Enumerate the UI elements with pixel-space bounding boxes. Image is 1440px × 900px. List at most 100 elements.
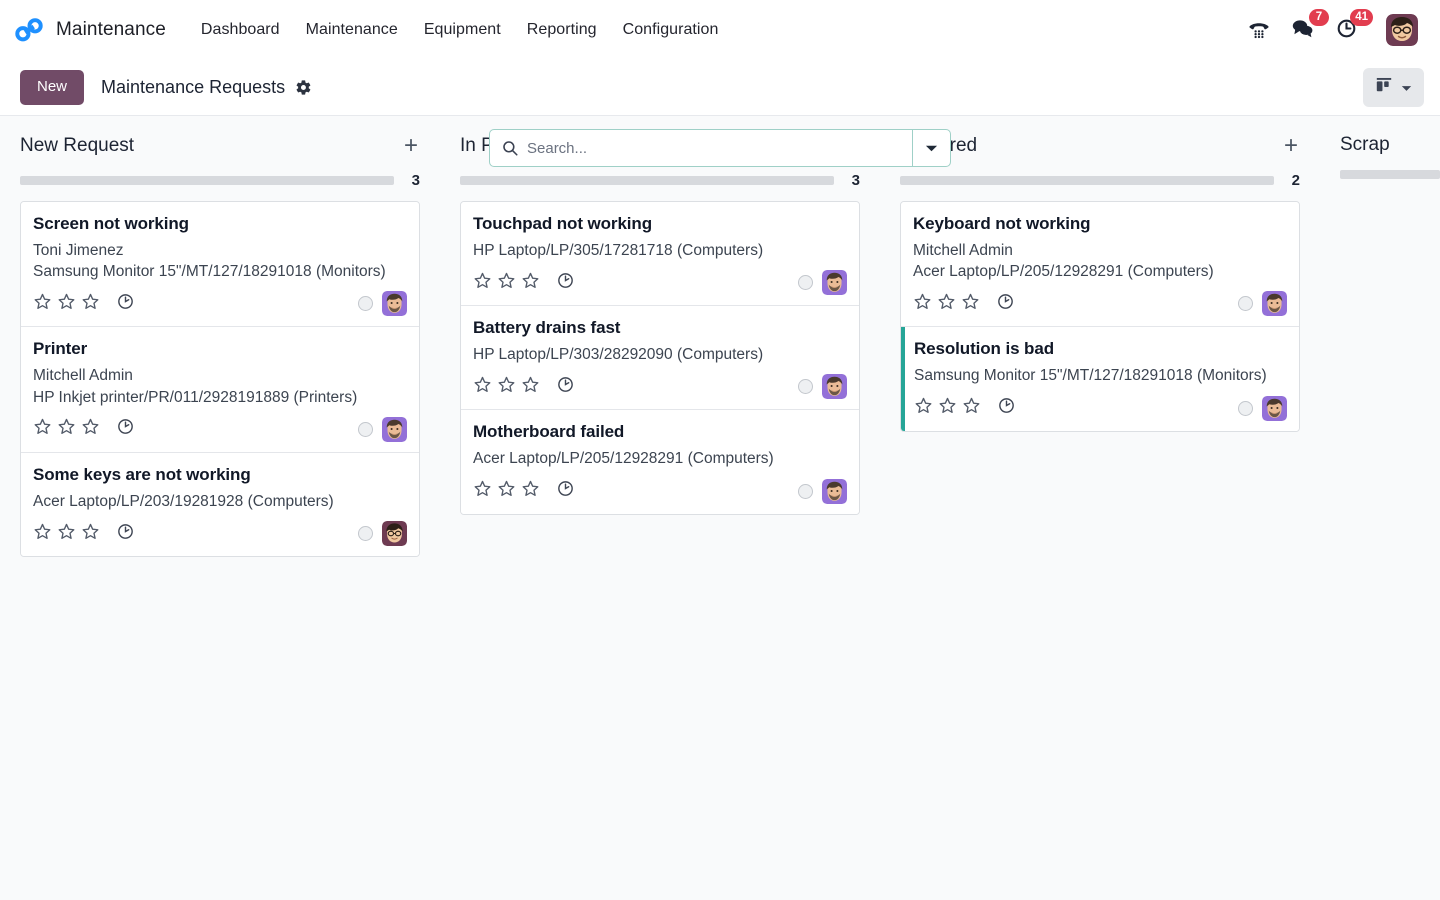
kanban-card[interactable]: PrinterMitchell AdminHP Inkjet printer/P… bbox=[21, 327, 419, 452]
schedule-activity-button[interactable] bbox=[556, 479, 575, 503]
nav-item-equipment[interactable]: Equipment bbox=[411, 13, 514, 47]
clock-icon[interactable] bbox=[556, 479, 575, 503]
star-icon[interactable] bbox=[497, 479, 516, 503]
priority-stars[interactable] bbox=[473, 479, 540, 503]
card-stack: Screen not workingToni JimenezSamsung Mo… bbox=[20, 201, 420, 557]
star-icon[interactable] bbox=[938, 396, 957, 420]
activity-dot-icon[interactable] bbox=[1238, 296, 1253, 311]
nav-item-reporting[interactable]: Reporting bbox=[514, 13, 610, 47]
activity-dot-icon[interactable] bbox=[798, 379, 813, 394]
progress-bar[interactable] bbox=[20, 176, 394, 185]
star-icon[interactable] bbox=[961, 292, 980, 316]
star-icon[interactable] bbox=[57, 417, 76, 441]
progress-bar[interactable] bbox=[1340, 170, 1440, 179]
kanban-card[interactable]: Keyboard not workingMitchell AdminAcer L… bbox=[901, 202, 1299, 327]
clock-icon[interactable] bbox=[556, 271, 575, 295]
user-avatar-beard-icon[interactable] bbox=[382, 417, 407, 442]
search-dropdown-toggle[interactable] bbox=[912, 130, 950, 166]
nav-item-dashboard[interactable]: Dashboard bbox=[188, 13, 293, 47]
activity-dot-icon[interactable] bbox=[798, 275, 813, 290]
user-avatar-glasses-icon[interactable] bbox=[382, 521, 407, 546]
kanban-card[interactable]: Touchpad not workingHP Laptop/LP/305/172… bbox=[461, 202, 859, 306]
priority-stars[interactable] bbox=[473, 271, 540, 295]
progress-bar[interactable] bbox=[900, 176, 1274, 185]
kanban-card[interactable]: Battery drains fastHP Laptop/LP/303/2829… bbox=[461, 306, 859, 410]
star-icon[interactable] bbox=[33, 292, 52, 316]
clock-icon[interactable] bbox=[556, 375, 575, 399]
user-avatar-beard-icon[interactable] bbox=[1262, 396, 1287, 421]
kanban-card[interactable]: Resolution is badSamsung Monitor 15"/MT/… bbox=[901, 327, 1299, 430]
activity-dot-icon[interactable] bbox=[798, 484, 813, 499]
plus-icon[interactable]: + bbox=[402, 134, 420, 158]
star-icon[interactable] bbox=[521, 479, 540, 503]
star-icon[interactable] bbox=[962, 396, 981, 420]
star-icon[interactable] bbox=[57, 292, 76, 316]
user-avatar-glasses-icon[interactable] bbox=[1386, 14, 1418, 46]
star-icon[interactable] bbox=[521, 271, 540, 295]
priority-stars[interactable] bbox=[33, 292, 100, 316]
user-avatar-beard-icon[interactable] bbox=[1262, 291, 1287, 316]
clock-icon[interactable] bbox=[996, 292, 1015, 316]
view-switcher[interactable] bbox=[1363, 68, 1424, 107]
nav-item-configuration[interactable]: Configuration bbox=[610, 13, 732, 47]
user-avatar-beard-icon[interactable] bbox=[822, 479, 847, 504]
priority-stars[interactable] bbox=[913, 292, 980, 316]
clock-icon[interactable] bbox=[997, 396, 1016, 420]
kanban-card[interactable]: Some keys are not workingAcer Laptop/LP/… bbox=[21, 453, 419, 556]
search-view[interactable] bbox=[489, 129, 951, 167]
star-icon[interactable] bbox=[914, 396, 933, 420]
star-icon[interactable] bbox=[81, 417, 100, 441]
star-icon[interactable] bbox=[473, 271, 492, 295]
schedule-activity-button[interactable] bbox=[556, 271, 575, 295]
kanban-card[interactable]: Motherboard failedAcer Laptop/LP/205/129… bbox=[461, 410, 859, 513]
star-icon[interactable] bbox=[33, 417, 52, 441]
card-title: Touchpad not working bbox=[473, 214, 847, 234]
search-input[interactable] bbox=[525, 130, 912, 166]
star-icon[interactable] bbox=[497, 271, 516, 295]
star-icon[interactable] bbox=[937, 292, 956, 316]
activity-dot-icon[interactable] bbox=[358, 296, 373, 311]
star-icon[interactable] bbox=[473, 479, 492, 503]
new-button[interactable]: New bbox=[20, 70, 84, 104]
kanban-card[interactable]: Screen not workingToni JimenezSamsung Mo… bbox=[21, 202, 419, 327]
schedule-activity-button[interactable] bbox=[116, 292, 135, 316]
column-title[interactable]: Scrap bbox=[1340, 134, 1390, 156]
schedule-activity-button[interactable] bbox=[996, 292, 1015, 316]
nav-item-maintenance[interactable]: Maintenance bbox=[293, 13, 411, 47]
clock-icon[interactable] bbox=[116, 417, 135, 441]
user-avatar-beard-icon[interactable] bbox=[822, 270, 847, 295]
card-footer-right bbox=[358, 417, 407, 442]
star-icon[interactable] bbox=[521, 375, 540, 399]
activity-dot-icon[interactable] bbox=[358, 422, 373, 437]
plus-icon[interactable]: + bbox=[1282, 134, 1300, 158]
clock-icon[interactable] bbox=[116, 522, 135, 546]
clock-icon[interactable] bbox=[116, 292, 135, 316]
progress-bar[interactable] bbox=[460, 176, 834, 185]
schedule-activity-button[interactable] bbox=[116, 522, 135, 546]
priority-stars[interactable] bbox=[33, 522, 100, 546]
priority-stars[interactable] bbox=[473, 375, 540, 399]
activity-dot-icon[interactable] bbox=[1238, 401, 1253, 416]
star-icon[interactable] bbox=[913, 292, 932, 316]
user-avatar-beard-icon[interactable] bbox=[822, 374, 847, 399]
activities-counter[interactable]: 41 bbox=[1334, 17, 1360, 43]
gear-icon[interactable] bbox=[295, 79, 312, 96]
priority-stars[interactable] bbox=[33, 417, 100, 441]
schedule-activity-button[interactable] bbox=[997, 396, 1016, 420]
star-icon[interactable] bbox=[81, 292, 100, 316]
star-icon[interactable] bbox=[497, 375, 516, 399]
column-title[interactable]: New Request bbox=[20, 135, 134, 157]
activity-dot-icon[interactable] bbox=[358, 526, 373, 541]
priority-stars[interactable] bbox=[914, 396, 981, 420]
messages-counter[interactable]: 7 bbox=[1290, 17, 1316, 43]
phone-dialpad-icon[interactable] bbox=[1246, 17, 1272, 43]
star-icon[interactable] bbox=[473, 375, 492, 399]
star-icon[interactable] bbox=[57, 522, 76, 546]
brand[interactable]: Maintenance bbox=[14, 15, 166, 45]
schedule-activity-button[interactable] bbox=[116, 417, 135, 441]
user-avatar-beard-icon[interactable] bbox=[382, 291, 407, 316]
star-icon[interactable] bbox=[33, 522, 52, 546]
star-icon[interactable] bbox=[81, 522, 100, 546]
schedule-activity-button[interactable] bbox=[556, 375, 575, 399]
card-title: Motherboard failed bbox=[473, 422, 847, 442]
